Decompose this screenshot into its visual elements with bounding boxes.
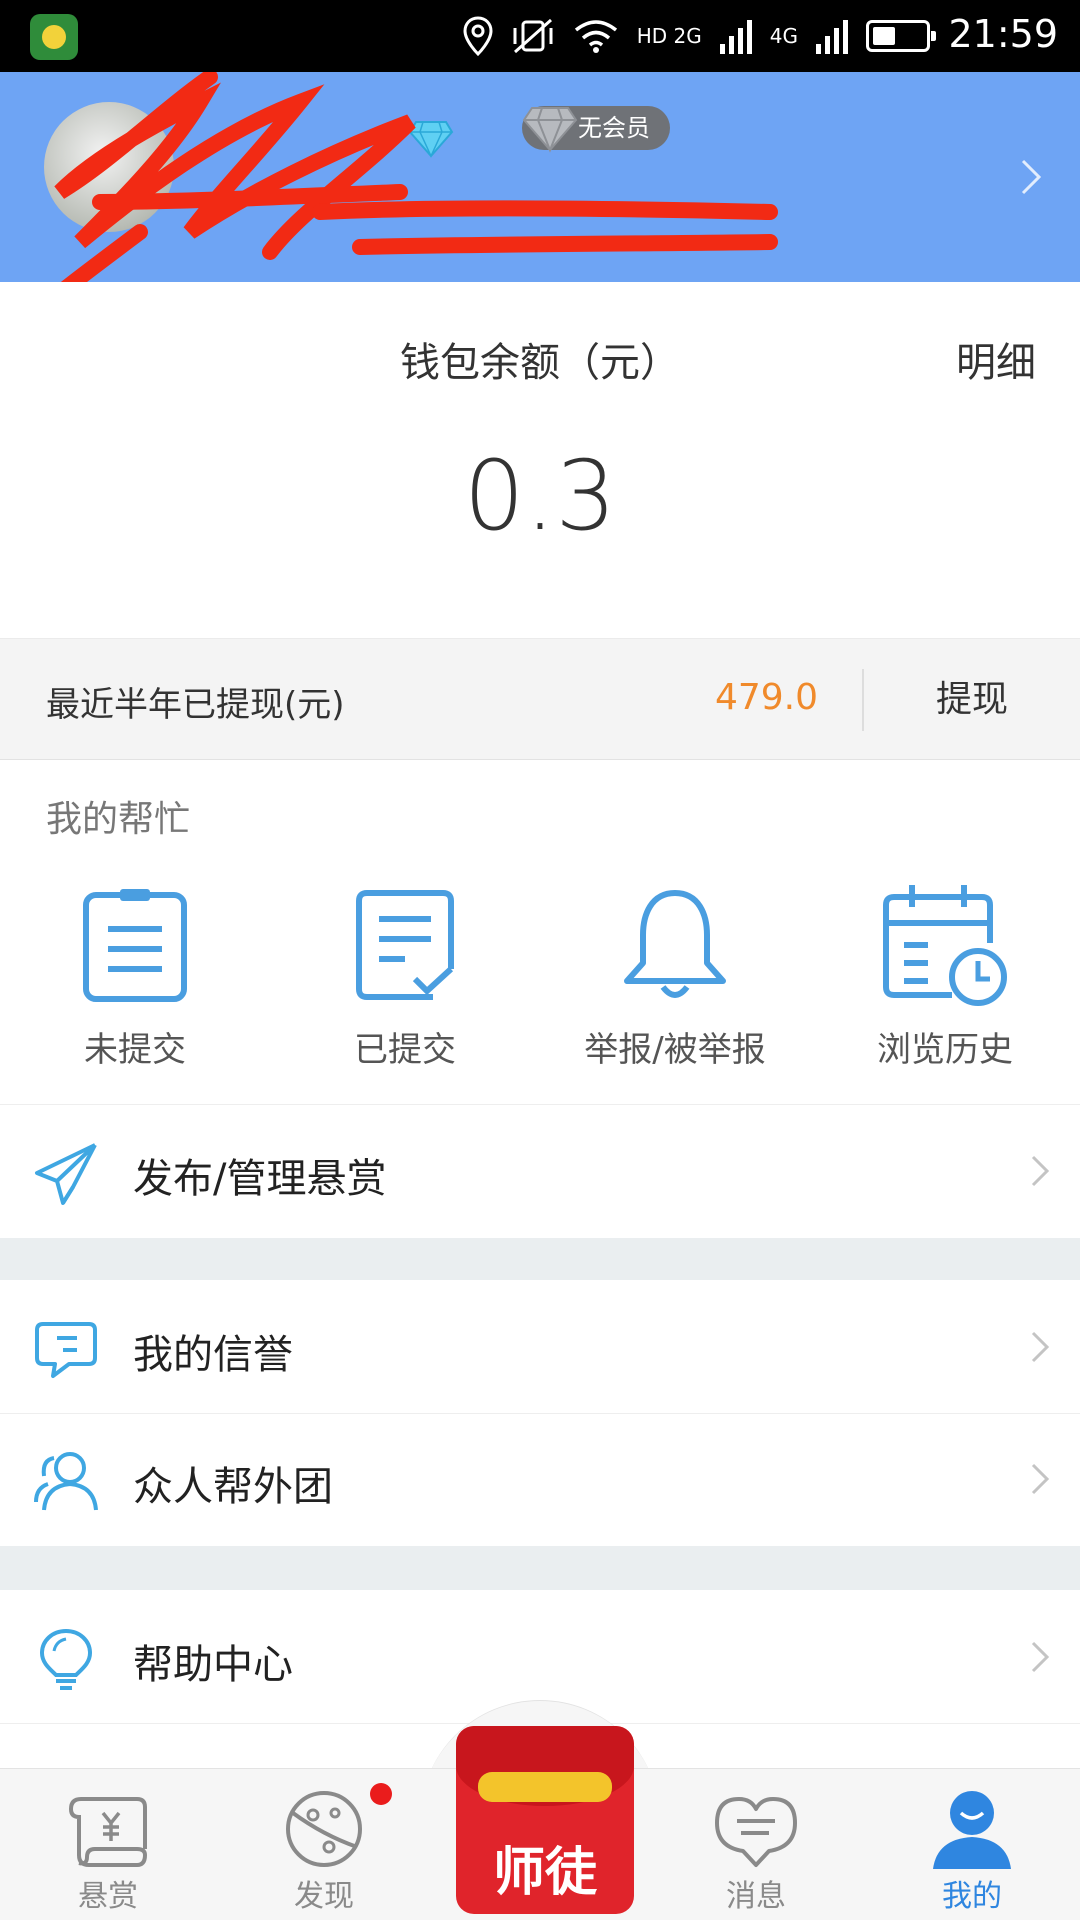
wallet-detail-link[interactable]: 明细 [956,330,1036,388]
battery-icon [866,20,936,52]
scroll-yuan-icon [68,1797,148,1867]
lightbulb-icon [39,1628,93,1690]
submitted-doc-icon [356,890,454,1000]
withdraw-row: 最近半年已提现(元) 479.0 提现 [0,638,1080,760]
status-icons: HD 2G 4G [463,16,936,56]
quick-item-report[interactable]: 举报/被举报 [540,880,810,1100]
withdraw-label: 最近半年已提现(元) [46,685,345,725]
menu-row-my-credit[interactable]: 我的信誉 [0,1282,1080,1414]
chevron-right-icon [1031,1331,1050,1363]
wifi-icon [574,20,617,53]
app-notification-icon [30,14,78,60]
menu-row-label: 我的信誉 [133,1332,293,1378]
menu-row-label: 众人帮外团 [133,1464,333,1510]
planet-icon [286,1791,362,1867]
calendar-clock-icon [883,885,1007,1006]
nav-tab-mentor[interactable]: 师徒 [456,1726,634,1914]
quick-item-label: 已提交 [354,1030,456,1070]
my-help-grid: 未提交 已提交 举报/被举报 浏览历史 [0,880,1080,1100]
nav-tab-label: 我的 [942,1879,1002,1914]
clock: 21:59 [948,12,1058,56]
menu-row-label: 发布/管理悬赏 [133,1156,387,1202]
menu-row-publish-reward[interactable]: 发布/管理悬赏 [0,1106,1080,1238]
nav-tab-label: 悬赏 [78,1879,138,1914]
nav-tab-discover[interactable]: 发现 [216,1769,432,1920]
paper-plane-icon [35,1143,97,1205]
user-icon [933,1791,1011,1869]
section-gap [0,1238,1080,1280]
my-help-title: 我的帮忙 [46,799,191,840]
chevron-right-icon [1031,1463,1050,1495]
wallet-title: 钱包余额（元） [400,340,680,386]
quick-item-unsubmitted[interactable]: 未提交 [0,880,270,1100]
people-icon [34,1452,98,1511]
location-icon [463,16,493,56]
quick-item-label: 浏览历史 [877,1030,1013,1070]
gold-coins [478,1772,612,1802]
signal-icon [719,18,752,54]
profile-header[interactable]: 无会员 [0,72,1080,282]
bell-icon [624,890,726,998]
divider [0,1104,1080,1105]
chevron-right-icon[interactable] [1020,158,1042,196]
heart-bubble-icon [715,1797,797,1867]
menu-row-external-team[interactable]: 众人帮外团 [0,1414,1080,1546]
nav-tab-label: 发现 [294,1879,354,1914]
chat-bubble-icon [35,1322,97,1378]
vibrate-off-icon [513,18,553,54]
network-label-4g: 4G [769,24,798,48]
nav-tab-label: 师徒 [492,1842,597,1903]
quick-item-submitted[interactable]: 已提交 [270,880,540,1100]
chevron-right-icon [1031,1641,1050,1673]
wallet-amount: 0.3 [463,440,617,552]
quick-item-label: 举报/被举报 [584,1030,766,1070]
nav-tab-label: 消息 [726,1879,786,1914]
quick-item-history[interactable]: 浏览历史 [810,880,1080,1100]
network-label-2g: HD 2G [636,24,702,48]
nav-tab-messages[interactable]: 消息 [648,1769,864,1920]
quick-item-label: 未提交 [84,1030,186,1070]
redaction-scribble [54,72,778,282]
menu-row-label: 帮助中心 [133,1642,293,1688]
withdraw-button[interactable]: 提现 [864,639,1080,761]
signal-icon-2 [816,18,848,54]
chevron-right-icon [1031,1155,1050,1187]
notification-dot [370,1783,392,1805]
nav-tab-reward[interactable]: 悬赏 [0,1769,216,1920]
section-gap [0,1546,1080,1590]
nav-tab-me[interactable]: 我的 [864,1769,1080,1920]
status-bar: HD 2G 4G 21:59 [0,0,1080,72]
withdraw-value: 479.0 [714,677,818,718]
clipboard-icon [83,889,187,1002]
